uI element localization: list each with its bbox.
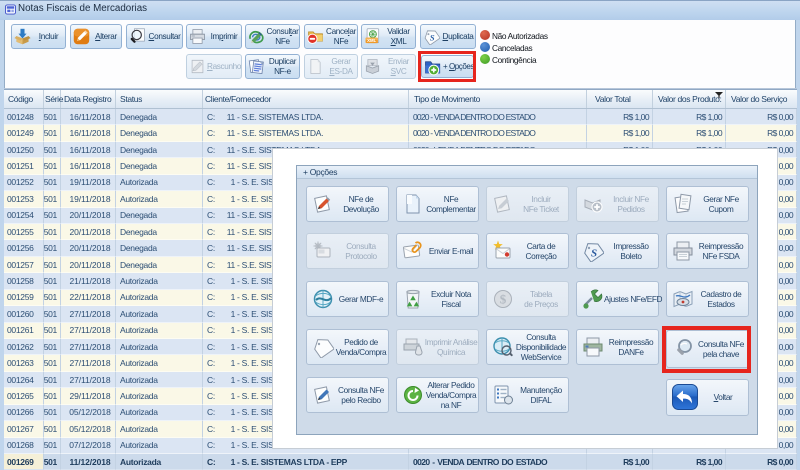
svg-text:S: S [430, 32, 435, 42]
svg-text:$: $ [500, 292, 507, 307]
svg-text:XML: XML [367, 38, 376, 43]
svg-text:S: S [591, 248, 597, 260]
